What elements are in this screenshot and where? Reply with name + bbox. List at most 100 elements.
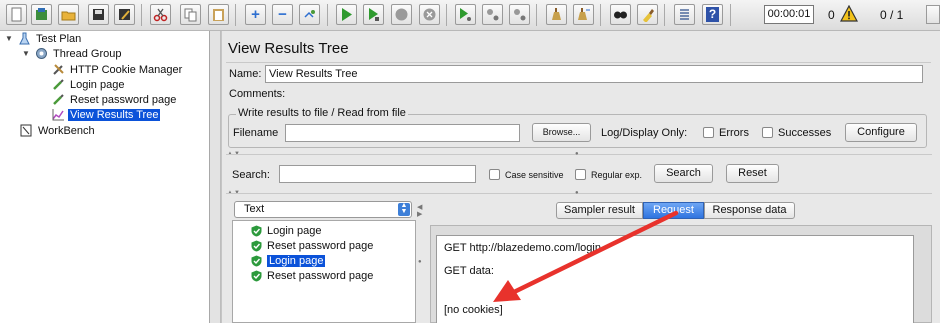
result-item-label: Login page	[267, 254, 326, 267]
configure-button[interactable]: Configure	[845, 123, 917, 142]
function-helper-icon[interactable]	[674, 4, 695, 25]
templates-icon[interactable]	[31, 4, 52, 25]
start-icon[interactable]	[336, 4, 357, 25]
tab-response-data[interactable]: Response data	[704, 202, 795, 219]
tree-node-label: View Results Tree	[68, 108, 161, 121]
request-text-area[interactable]: GET http://blazedemo.com/login GET data:…	[436, 235, 914, 323]
result-item[interactable]: Login page	[251, 223, 321, 238]
clear-all-icon[interactable]	[573, 4, 594, 25]
save-icon[interactable]	[88, 4, 109, 25]
toolbar-separator	[664, 4, 665, 26]
listener-chart-icon	[52, 109, 64, 121]
tools-icon	[53, 64, 64, 75]
result-item-label: Login page	[267, 224, 322, 237]
tree-splitter[interactable]	[210, 31, 221, 323]
errors-checkbox[interactable]	[703, 127, 714, 138]
tree-node-label: Thread Group	[53, 47, 122, 60]
new-icon[interactable]	[6, 4, 27, 25]
successes-checkbox[interactable]	[762, 127, 773, 138]
save-as-icon[interactable]	[114, 4, 135, 25]
renderer-select[interactable]: Text ▲ ▼	[234, 201, 412, 218]
results-splitter[interactable]: ◀ ▶ ●	[417, 201, 427, 323]
open-icon[interactable]	[58, 4, 79, 25]
help-icon[interactable]: ?	[702, 4, 723, 25]
search-input[interactable]	[279, 165, 476, 183]
toolbar-separator	[327, 4, 328, 26]
tree-node-thread-group[interactable]: Thread Group	[35, 46, 123, 61]
toolbar: + − ? 00:00:01 0 0 / 1	[0, 0, 940, 31]
request-cookies: [no cookies]	[444, 304, 503, 316]
start-no-pause-icon[interactable]	[363, 4, 384, 25]
copy-icon[interactable]	[180, 4, 201, 25]
toggle-icon[interactable]	[299, 4, 320, 25]
cut-icon[interactable]	[150, 4, 171, 25]
tree-node-test-plan[interactable]: Test Plan	[18, 31, 83, 46]
view-results-tree-panel: View Results Tree Name: View Results Tre…	[221, 31, 940, 323]
divider	[226, 62, 931, 63]
case-sensitive-label: Case sensitive	[505, 170, 564, 180]
tree-node-reset-password-page[interactable]: Reset password page	[52, 92, 178, 107]
expand-toggle-icon[interactable]: ▼	[5, 35, 13, 43]
tree-node-label: Reset password page	[70, 93, 177, 106]
paste-icon[interactable]	[208, 4, 229, 25]
search-button[interactable]: Search	[654, 164, 713, 183]
clear-icon[interactable]	[546, 4, 567, 25]
remote-stop-icon[interactable]	[482, 4, 503, 25]
result-item[interactable]: Reset password page	[251, 238, 373, 253]
tree-node-label: Test Plan	[36, 32, 82, 45]
shutdown-icon[interactable]	[419, 4, 440, 25]
filename-label: Filename	[233, 127, 279, 139]
success-shield-icon	[251, 270, 262, 281]
workbench-icon	[20, 124, 32, 137]
toolbar-separator	[600, 4, 601, 26]
collapse-icon[interactable]: −	[272, 4, 293, 25]
success-shield-icon	[251, 240, 262, 251]
errors-label: Errors	[719, 127, 749, 139]
browse-button[interactable]: Browse...	[532, 123, 591, 142]
request-data-label: GET data:	[444, 265, 494, 277]
stop-icon[interactable]	[391, 4, 412, 25]
result-item[interactable]: Reset password page	[251, 268, 373, 283]
tree-node-cookie-manager[interactable]: HTTP Cookie Manager	[52, 62, 184, 77]
split-handle-icon[interactable]: ●	[575, 151, 580, 157]
test-plan-icon	[19, 32, 30, 45]
results-list: Login page Reset password page Login pag…	[232, 220, 416, 323]
success-shield-icon	[251, 225, 262, 236]
tree-node-login-page[interactable]: Login page	[52, 77, 126, 92]
tree-node-view-results-tree[interactable]: View Results Tree	[52, 107, 161, 122]
tree-node-label: HTTP Cookie Manager	[70, 63, 183, 76]
name-field[interactable]: View Results Tree	[265, 65, 923, 83]
warning-icon[interactable]	[840, 5, 858, 23]
filename-field[interactable]	[285, 124, 520, 142]
remote-shutdown-icon[interactable]	[509, 4, 530, 25]
case-sensitive-checkbox[interactable]	[489, 169, 500, 180]
error-count: 0	[828, 8, 835, 22]
gear-icon	[36, 48, 47, 59]
tree-node-workbench[interactable]: WorkBench	[20, 123, 97, 138]
split-handle-icon[interactable]: ●	[575, 190, 580, 196]
result-item-label: Reset password page	[267, 239, 374, 252]
comments-label: Comments:	[229, 88, 286, 100]
expand-toggle-icon[interactable]: ▼	[22, 50, 30, 58]
regex-label: Regular exp.	[591, 170, 643, 180]
toolbar-overflow-button[interactable]	[926, 5, 940, 24]
tab-sampler-result[interactable]: Sampler result	[556, 202, 643, 219]
split-handle-icon[interactable]: ●	[418, 259, 423, 265]
successes-label: Successes	[778, 127, 832, 139]
reset-search-icon[interactable]	[637, 4, 658, 25]
toolbar-separator	[536, 4, 537, 26]
test-plan-tree: ▼ Test Plan ▼ Thread Group HTTP Cookie M…	[0, 31, 210, 323]
request-line: GET http://blazedemo.com/login	[444, 242, 601, 254]
search-icon[interactable]	[610, 4, 631, 25]
write-results-fieldset: Write results to file / Read from file F…	[228, 107, 927, 148]
reset-button[interactable]: Reset	[726, 164, 779, 183]
collapse-arrows-icon[interactable]: ◀ ▶	[417, 204, 423, 218]
result-item-selected[interactable]: Login page	[251, 253, 326, 268]
remote-start-icon[interactable]	[455, 4, 476, 25]
regex-checkbox[interactable]	[575, 169, 586, 180]
tab-request[interactable]: Request	[643, 202, 704, 219]
fieldset-legend: Write results to file / Read from file	[236, 107, 408, 119]
expand-icon[interactable]: +	[245, 4, 266, 25]
toolbar-separator	[730, 4, 731, 26]
log-display-only-label: Log/Display Only:	[601, 127, 688, 139]
